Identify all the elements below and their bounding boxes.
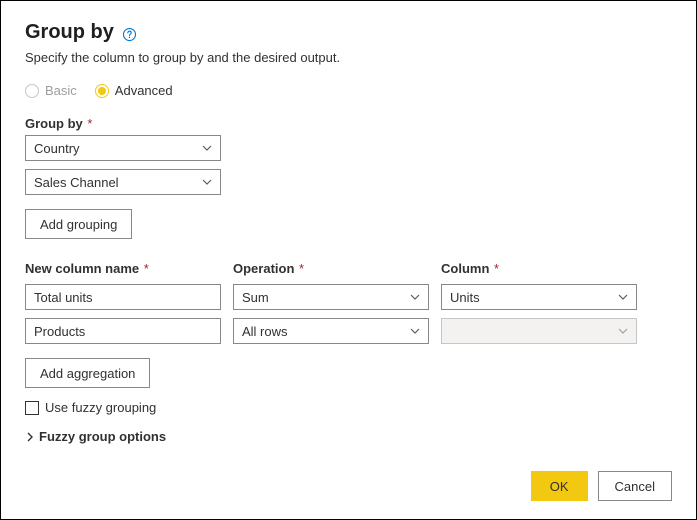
add-grouping-button[interactable]: Add grouping [25,209,132,239]
radio-icon [25,84,39,98]
groupby-column-dropdown[interactable]: Country [25,135,221,161]
chevron-right-icon [25,432,35,442]
column-label: Column * [441,261,637,276]
chevron-down-icon [618,292,628,302]
chevron-down-icon [618,326,628,336]
use-fuzzy-row[interactable]: Use fuzzy grouping [25,400,672,415]
chevron-down-icon [202,143,212,153]
radio-basic[interactable]: Basic [25,83,77,98]
operation-dropdown[interactable]: Sum [233,284,429,310]
groupby-column-dropdown[interactable]: Sales Channel [25,169,221,195]
groupby-label: Group by * [25,116,672,131]
dialog-title: Group by [25,21,114,44]
operation-dropdown[interactable]: All rows [233,318,429,344]
group-by-dialog: Group by Specify the column to group by … [0,0,697,520]
fuzzy-options-expander[interactable]: Fuzzy group options [25,429,672,444]
radio-icon [95,84,109,98]
radio-advanced[interactable]: Advanced [95,83,173,98]
new-column-name-label: New column name * [25,261,221,276]
aggregations-header: New column name * Operation * Column * [25,261,672,280]
checkbox-icon[interactable] [25,401,39,415]
chevron-down-icon [410,326,420,336]
radio-basic-label: Basic [45,83,77,98]
title-row: Group by [25,21,672,44]
dialog-subtitle: Specify the column to group by and the d… [25,50,672,65]
new-column-name-input[interactable]: Products [25,318,221,344]
add-aggregation-button[interactable]: Add aggregation [25,358,150,388]
cancel-button[interactable]: Cancel [598,471,672,501]
help-icon[interactable] [122,27,138,43]
input-value: Products [34,324,85,339]
dialog-footer: OK Cancel [531,471,672,501]
dropdown-value: Sum [242,290,269,305]
mode-radio-group: Basic Advanced [25,83,672,98]
fuzzy-options-label: Fuzzy group options [39,429,166,444]
aggregations-rows-stack: Total units Sum Units Products [25,284,672,344]
ok-button[interactable]: OK [531,471,588,501]
groupby-columns-stack: Country Sales Channel [25,135,672,195]
dropdown-value: Country [34,141,80,156]
groupby-section: Group by * Country Sales Channel Add gro… [25,116,672,239]
dropdown-value: Units [450,290,480,305]
dropdown-value: Sales Channel [34,175,119,190]
new-column-name-input[interactable]: Total units [25,284,221,310]
aggregation-row: Total units Sum Units [25,284,672,310]
column-dropdown[interactable]: Units [441,284,637,310]
input-value: Total units [34,290,93,305]
operation-label: Operation * [233,261,429,276]
column-dropdown-disabled [441,318,637,344]
radio-advanced-label: Advanced [115,83,173,98]
aggregations-section: New column name * Operation * Column * T… [25,261,672,388]
chevron-down-icon [410,292,420,302]
dropdown-value: All rows [242,324,288,339]
chevron-down-icon [202,177,212,187]
aggregation-row: Products All rows [25,318,672,344]
use-fuzzy-label: Use fuzzy grouping [45,400,156,415]
